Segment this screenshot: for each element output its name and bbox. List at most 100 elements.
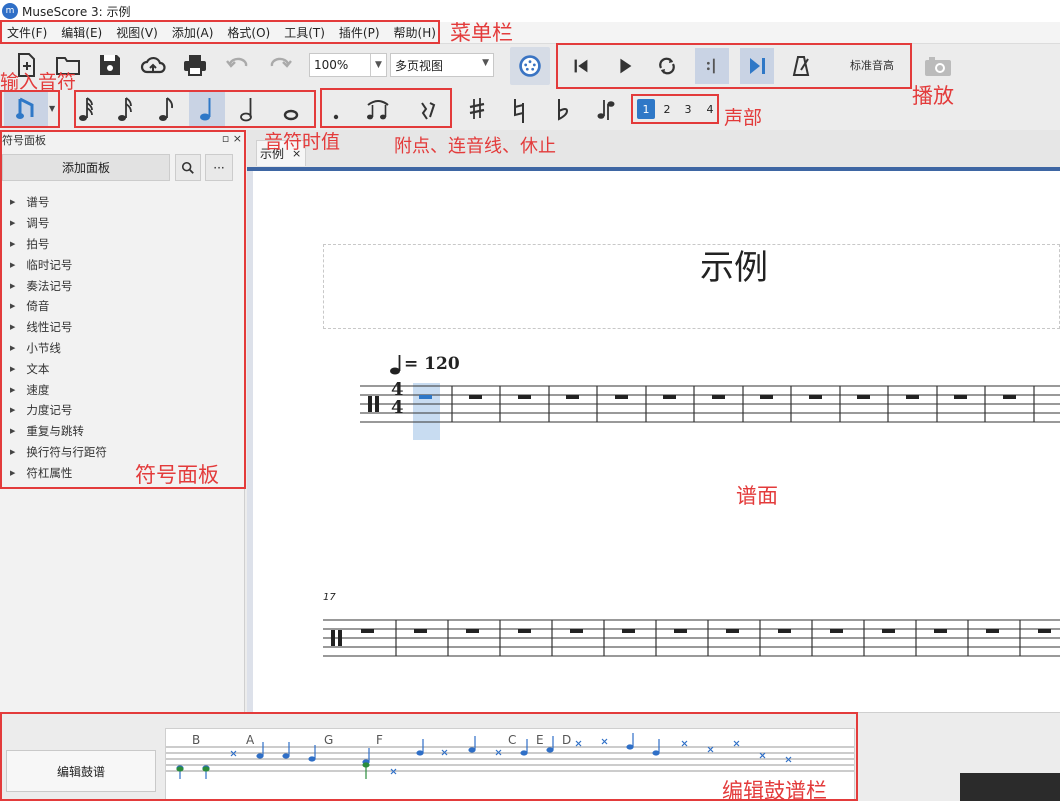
annotation-score: 谱面	[736, 484, 778, 508]
flip-direction-button[interactable]	[588, 92, 624, 126]
duration-32nd-button[interactable]	[107, 92, 143, 126]
midi-input-button[interactable]	[510, 47, 550, 85]
search-icon	[181, 161, 194, 174]
cloud-upload-icon	[140, 56, 166, 74]
rewind-button[interactable]	[564, 48, 598, 84]
flat-icon	[558, 99, 569, 121]
annotation-menubar: 菜单栏	[450, 21, 513, 45]
note-input-button[interactable]	[4, 92, 48, 126]
palette-item[interactable]: ▶ 临时记号	[10, 254, 240, 275]
image-capture-button[interactable]	[922, 53, 954, 79]
natural-icon	[514, 99, 524, 123]
sharp-button[interactable]	[459, 92, 495, 126]
palette-header: 符号面板 ▫ ×	[2, 132, 242, 148]
menu-add[interactable]: 添加(A)	[165, 22, 221, 44]
view-mode-value: 多页视图	[395, 58, 444, 73]
caret-right-icon: ▶	[10, 323, 16, 332]
caret-right-icon: ▶	[10, 343, 16, 352]
drum-letter: F	[376, 733, 383, 747]
metronome-button[interactable]	[784, 48, 818, 84]
title-frame[interactable]	[323, 244, 1060, 329]
menu-tools[interactable]: 工具(T)	[277, 22, 332, 44]
redo-button[interactable]	[264, 48, 298, 82]
duration-16th-button[interactable]	[148, 92, 184, 126]
palette-item[interactable]: ▶ 拍号	[10, 234, 240, 255]
caret-right-icon: ▶	[10, 364, 16, 373]
pan-score-button[interactable]	[740, 48, 774, 84]
edit-drumset-button[interactable]: 编辑鼓谱	[6, 750, 156, 792]
menu-edit[interactable]: 编辑(E)	[54, 22, 109, 44]
duration-quarter-button[interactable]	[189, 92, 225, 126]
drum-letter: G	[324, 733, 333, 747]
sharp-icon	[469, 98, 485, 119]
undo-icon	[226, 57, 248, 68]
add-palette-button[interactable]: 添加面板	[2, 154, 170, 181]
palette-item[interactable]: ▶ 速度	[10, 379, 240, 400]
duration-64th-button[interactable]	[68, 92, 104, 126]
tie-icon	[367, 100, 389, 120]
save-button[interactable]	[93, 48, 127, 82]
half-note-icon	[240, 98, 252, 122]
metronome-icon	[792, 56, 810, 76]
caret-right-icon: ▶	[10, 385, 16, 394]
annotation-palette: 符号面板	[135, 463, 219, 487]
score-title[interactable]: 示例	[700, 240, 768, 289]
loop-button[interactable]	[650, 48, 684, 84]
chevron-down-icon: ▼	[370, 54, 386, 76]
palette-item[interactable]: ▶ 小节线	[10, 338, 240, 359]
voice-3-button[interactable]: 3	[679, 99, 697, 119]
voice-4-button[interactable]: 4	[701, 99, 719, 119]
print-button[interactable]	[178, 48, 212, 82]
palette-item[interactable]: ▶ 重复与跳转	[10, 421, 240, 442]
menu-bar: 文件(F) 编辑(E) 视图(V) 添加(A) 格式(O) 工具(T) 插件(P…	[0, 22, 1060, 44]
menu-plugins[interactable]: 插件(P)	[332, 22, 387, 44]
play-button[interactable]	[608, 48, 642, 84]
palette-item[interactable]: ▶ 谱号	[10, 192, 240, 213]
view-mode-select[interactable]: 多页视图 ▼	[390, 53, 494, 77]
tie-button[interactable]	[358, 92, 398, 126]
menu-file[interactable]: 文件(F)	[0, 22, 54, 44]
palette-item[interactable]: ▶ 文本	[10, 358, 240, 379]
menu-view[interactable]: 视图(V)	[109, 22, 165, 44]
duration-whole-button[interactable]	[273, 92, 309, 126]
flat-button[interactable]	[544, 92, 580, 126]
natural-button[interactable]	[501, 92, 537, 126]
palette-item[interactable]: ▶ 力度记号	[10, 400, 240, 421]
pan-icon	[750, 58, 765, 74]
staff-system-1[interactable]	[360, 380, 1060, 430]
background-corner	[960, 773, 1060, 801]
time-signature-bottom[interactable]: 4	[391, 399, 404, 417]
voice-1-button[interactable]: 1	[637, 99, 655, 119]
palette-search-button[interactable]	[175, 154, 201, 181]
rewind-icon	[574, 59, 588, 73]
undo-button[interactable]	[220, 48, 254, 82]
menu-format[interactable]: 格式(O)	[220, 22, 277, 44]
upload-button[interactable]	[136, 48, 170, 82]
augmentation-dot-button[interactable]	[320, 92, 356, 126]
annotation-input: 输入音符	[0, 71, 77, 93]
chevron-down-icon: ▼	[482, 58, 489, 68]
palette-item[interactable]: ▶ 线性记号	[10, 317, 240, 338]
menu-help[interactable]: 帮助(H)	[387, 22, 443, 44]
chevron-down-icon[interactable]: ▼	[49, 104, 55, 113]
caret-right-icon: ▶	[10, 281, 16, 290]
sixty-fourth-note-icon	[79, 97, 93, 121]
voice-2-button[interactable]: 2	[658, 99, 676, 119]
window-title: MuseScore 3: 示例	[22, 4, 131, 19]
palette-list: ▶ 谱号 ▶ 调号 ▶ 拍号 ▶ 临时记号 ▶ 奏法记号 ▶ 倚音 ▶ 线性记号 ▶ 小节线 ▶…	[10, 192, 240, 483]
palette-item[interactable]: ▶ 奏法记号	[10, 275, 240, 296]
duration-half-button[interactable]	[230, 92, 266, 126]
palette-more-button[interactable]: ···	[205, 154, 233, 181]
rest-button[interactable]	[410, 92, 446, 126]
zoom-select[interactable]: 100% ▼	[309, 53, 387, 77]
staff-system-2[interactable]	[323, 614, 1060, 662]
concert-pitch-button[interactable]: 标准音高	[838, 53, 906, 77]
play-repeats-button[interactable]	[695, 48, 729, 84]
annotation-drum: 编辑鼓谱栏	[722, 779, 827, 801]
palette-window-controls[interactable]: ▫ ×	[222, 132, 242, 148]
camera-icon	[925, 57, 951, 76]
palette-item[interactable]: ▶ 倚音	[10, 296, 240, 317]
palette-item[interactable]: ▶ 调号	[10, 213, 240, 234]
tempo-marking[interactable]: = 120	[404, 354, 460, 374]
caret-right-icon: ▶	[10, 447, 16, 456]
